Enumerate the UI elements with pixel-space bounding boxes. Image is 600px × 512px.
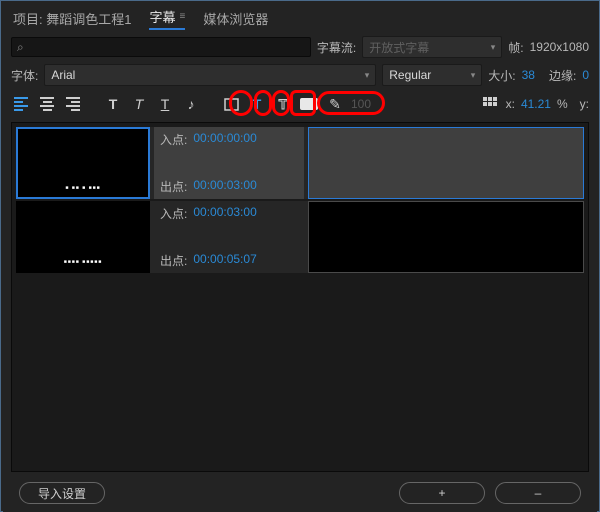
add-caption-button[interactable]: +: [399, 482, 485, 504]
out-label: 出点:: [160, 178, 187, 195]
panel-footer: 导入设置 + –: [11, 478, 589, 508]
tab-bar: 项目: 舞蹈调色工程1 字幕 ≡ 媒体浏览器: [3, 3, 597, 32]
import-settings-button[interactable]: 导入设置: [19, 482, 105, 504]
percent-label: %: [557, 97, 568, 111]
opacity-value[interactable]: 100: [351, 97, 371, 111]
grid-display-button[interactable]: [480, 94, 500, 114]
align-left-button[interactable]: [11, 94, 31, 114]
eyedropper-button[interactable]: ✎: [325, 94, 345, 114]
font-row: 字体: Arial ▾ Regular ▾ 大小: 38 边缘: 0: [11, 64, 589, 86]
x-label: x:: [506, 97, 515, 111]
clip-row[interactable]: ■■■■ ■■■■■ 入点: 00:00:03:00 出点: 00:00:05:07: [16, 201, 584, 273]
clip-text-editor[interactable]: [308, 201, 584, 273]
captions-panel: ⌕ 字幕流: 开放式字幕 ▾ 帧: 1920x1080 字体: Arial ▾ …: [3, 32, 597, 512]
bold-button[interactable]: T: [103, 94, 123, 114]
x-value[interactable]: 41.21: [521, 97, 551, 111]
font-label: 字体:: [11, 67, 38, 84]
frame-label: 帧:: [508, 39, 523, 56]
thumb-caption-text: ■ ■■ ■ ■■■: [65, 185, 100, 191]
clip-info: 入点: 00:00:00:00 出点: 00:00:03:00: [154, 127, 304, 199]
clip-info: 入点: 00:00:03:00 出点: 00:00:05:07: [154, 201, 304, 273]
thumb-caption-text: ■■■■ ■■■■■: [64, 259, 103, 265]
in-label: 入点:: [160, 131, 187, 148]
align-center-button[interactable]: [37, 94, 57, 114]
size-value[interactable]: 38: [522, 68, 535, 82]
tab-media-browser[interactable]: 媒体浏览器: [203, 9, 268, 28]
font-family-dropdown[interactable]: Arial ▾: [44, 64, 376, 86]
music-note-button[interactable]: ♪: [181, 94, 201, 114]
remove-caption-button[interactable]: –: [495, 482, 581, 504]
underline-button[interactable]: T: [155, 94, 175, 114]
chevron-down-icon: ▾: [365, 70, 370, 81]
clip-list: ■ ■■ ■ ■■■ 入点: 00:00:00:00 出点: 00:00:03:00…: [11, 122, 589, 472]
frame-value: 1920x1080: [530, 40, 589, 54]
tab-captions[interactable]: 字幕 ≡: [149, 7, 185, 30]
in-value[interactable]: 00:00:00:00: [193, 131, 256, 148]
chevron-down-icon: ▾: [471, 70, 476, 81]
text-outline-button[interactable]: T: [273, 94, 293, 114]
text-bg-button[interactable]: T: [247, 94, 267, 114]
y-label: y:: [580, 97, 589, 111]
edge-value[interactable]: 0: [582, 68, 589, 82]
stream-value: 开放式字幕: [369, 39, 429, 56]
clip-thumbnail[interactable]: ■ ■■ ■ ■■■: [16, 127, 150, 199]
tab-captions-label: 字幕: [149, 7, 175, 26]
font-style-value: Regular: [389, 68, 431, 82]
search-icon: ⌕: [17, 40, 24, 55]
search-row: ⌕ 字幕流: 开放式字幕 ▾ 帧: 1920x1080: [11, 36, 589, 58]
search-input[interactable]: ⌕: [11, 37, 311, 57]
out-value[interactable]: 00:00:03:00: [193, 178, 256, 195]
out-label: 出点:: [160, 252, 187, 269]
out-value[interactable]: 00:00:05:07: [193, 252, 256, 269]
stream-label: 字幕流:: [317, 39, 356, 56]
app-window: 项目: 舞蹈调色工程1 字幕 ≡ 媒体浏览器 ⌕ 字幕流: 开放式字幕 ▾ 帧:…: [0, 0, 600, 512]
font-family-value: Arial: [51, 68, 75, 82]
in-label: 入点:: [160, 205, 187, 222]
in-value[interactable]: 00:00:03:00: [193, 205, 256, 222]
italic-button[interactable]: T: [129, 94, 149, 114]
hamburger-icon[interactable]: ≡: [179, 11, 185, 22]
tab-project[interactable]: 项目: 舞蹈调色工程1: [13, 9, 131, 28]
edge-label: 边缘:: [549, 67, 576, 84]
clip-text-editor[interactable]: [308, 127, 584, 199]
fill-color-button[interactable]: [299, 94, 319, 114]
chevron-down-icon: ▾: [491, 42, 496, 53]
rect-bg-button[interactable]: [221, 94, 241, 114]
clip-row[interactable]: ■ ■■ ■ ■■■ 入点: 00:00:00:00 出点: 00:00:03:00: [16, 127, 584, 199]
clip-thumbnail[interactable]: ■■■■ ■■■■■: [16, 201, 150, 273]
font-style-dropdown[interactable]: Regular ▾: [382, 64, 482, 86]
stream-dropdown[interactable]: 开放式字幕 ▾: [362, 36, 502, 58]
align-right-button[interactable]: [63, 94, 83, 114]
size-label: 大小:: [488, 67, 515, 84]
format-toolbar: T T T ♪ T T ✎ 100 x: 41.21 % y:: [11, 92, 589, 116]
